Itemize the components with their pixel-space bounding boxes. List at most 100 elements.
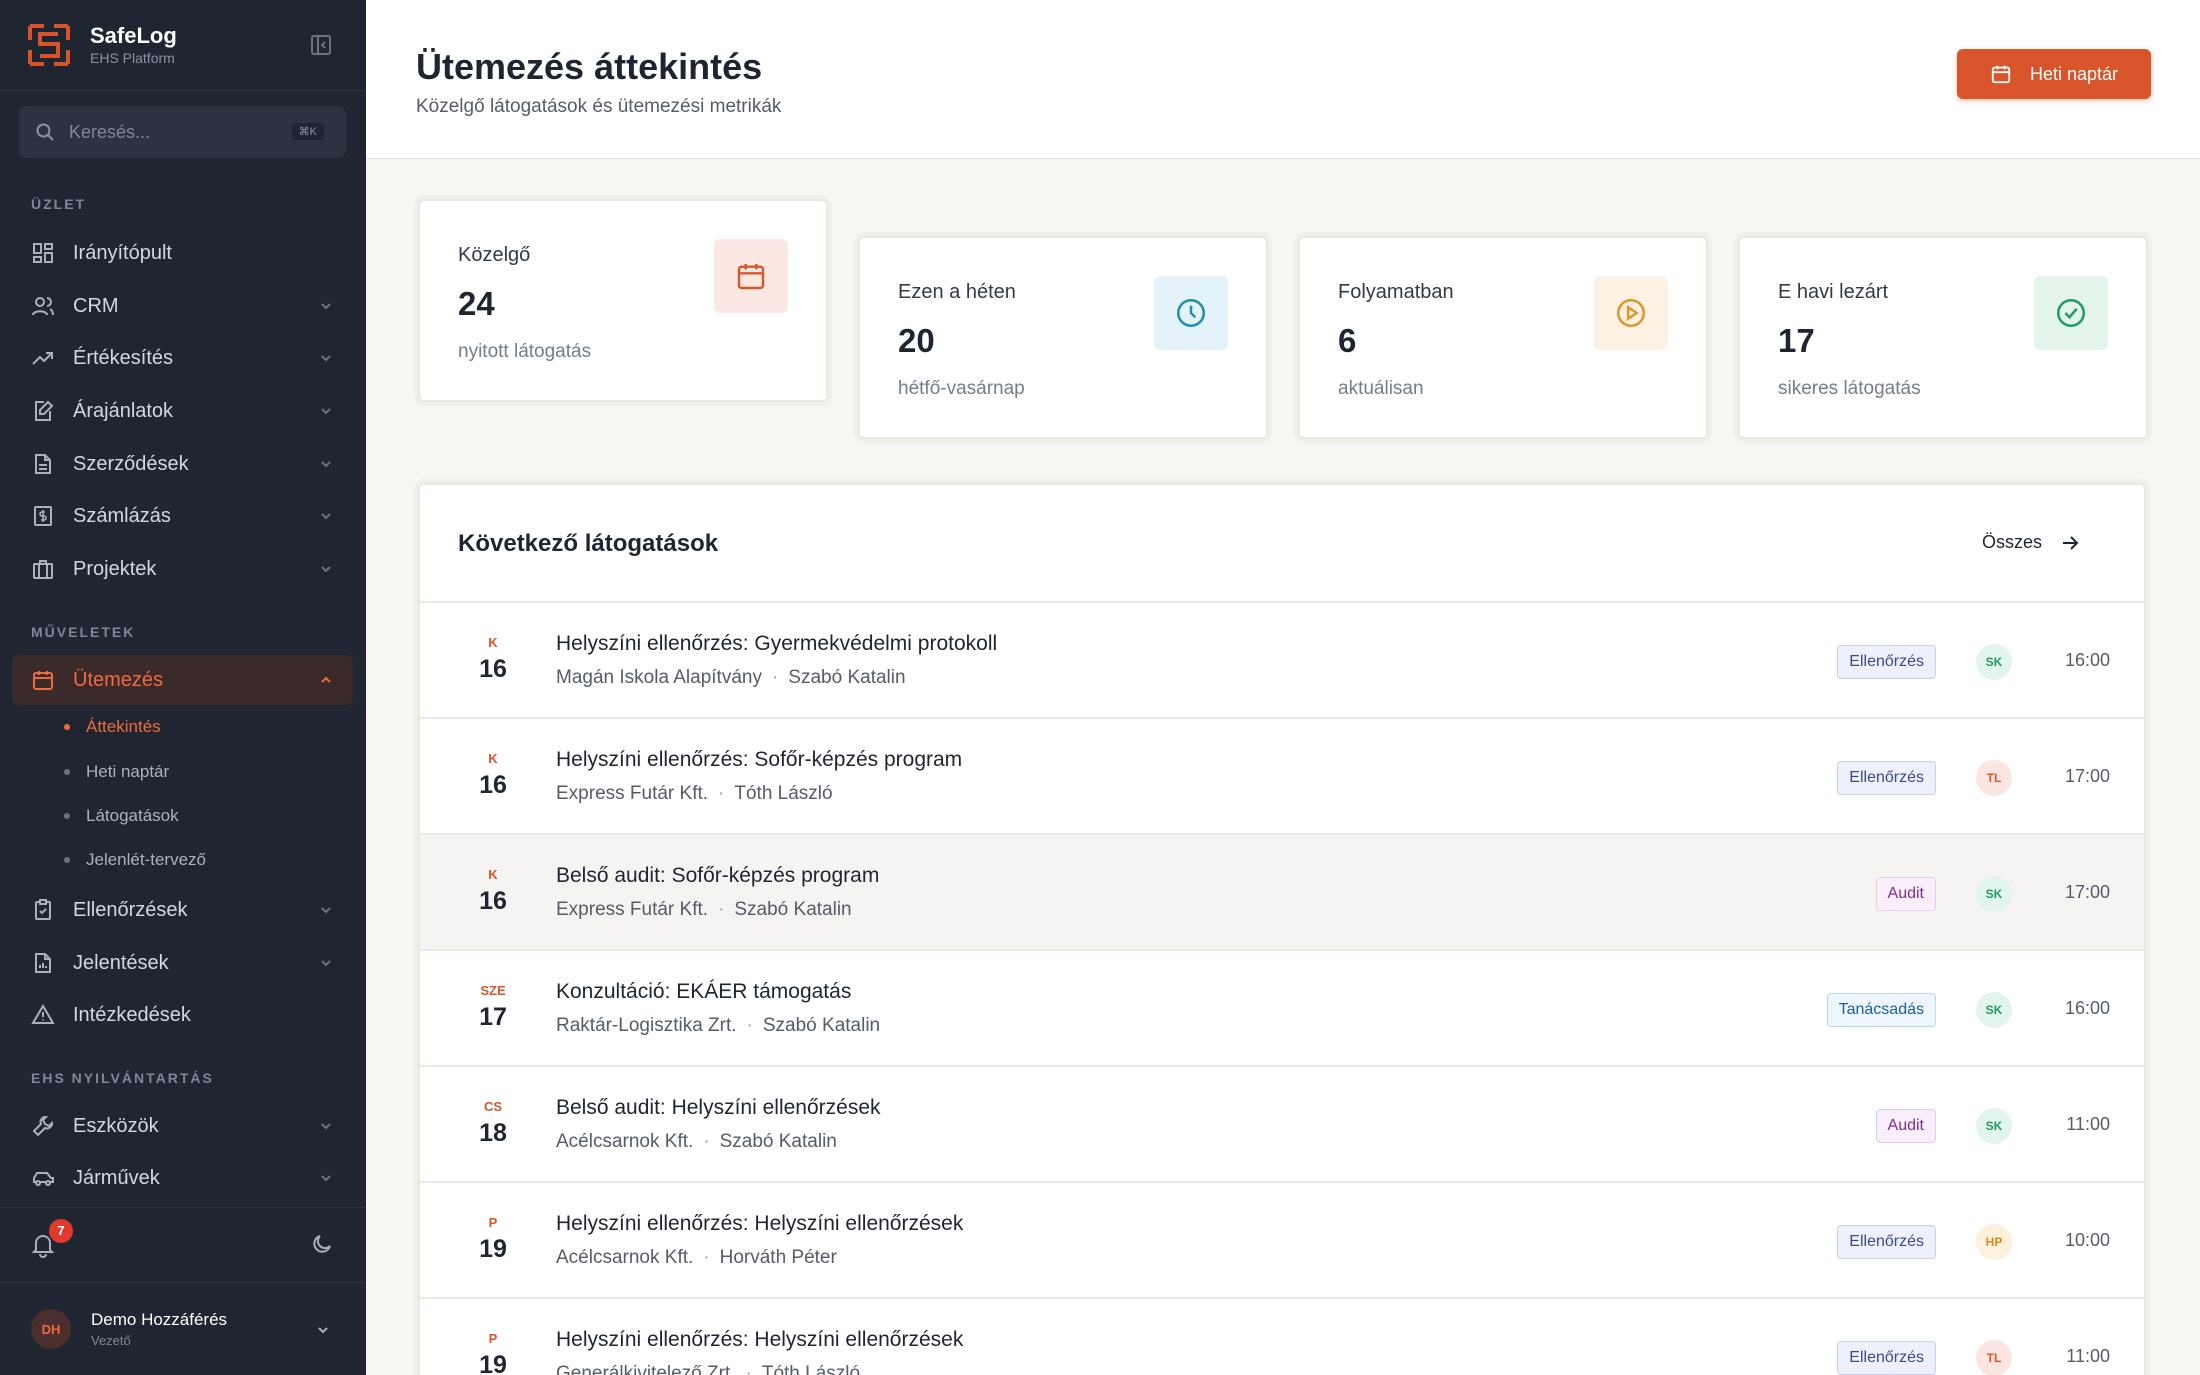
page-header: Ütemezés áttekintés Közelgő látogatások … xyxy=(366,0,2200,159)
users-icon xyxy=(32,297,54,316)
chevron-down-icon xyxy=(321,355,331,362)
visit-date: 19 xyxy=(479,1351,507,1375)
visit-client: Raktár-Logisztika Zrt. xyxy=(556,1015,737,1036)
visit-title: Helyszíni ellenőrzés: Gyermekvédelmi pro… xyxy=(556,632,998,655)
visit-time: 10:00 xyxy=(2064,1230,2110,1250)
sidebar-item-actions[interactable]: Intézkedések xyxy=(12,990,353,1040)
visit-client: Acélcsarnok Kft. xyxy=(556,1131,694,1152)
chevron-down-icon xyxy=(321,408,331,415)
button-label: Heti naptár xyxy=(2029,63,2119,84)
weekly-calendar-button[interactable]: Heti naptár xyxy=(1957,49,2151,99)
sidebar-item-sales[interactable]: Értékesítés xyxy=(12,333,353,383)
table-row[interactable]: CS 18 Belső audit: Helyszíni ellenőrzése… xyxy=(420,1067,2144,1183)
visit-time: 16:00 xyxy=(2064,998,2110,1018)
arrow-right-icon xyxy=(2063,535,2079,550)
sidebar-item-contracts[interactable]: Szerződések xyxy=(12,439,353,489)
visit-type-tag: Ellenőrzés xyxy=(1837,1341,1936,1375)
sidebar-item-tools[interactable]: Eszközök xyxy=(12,1101,353,1151)
avatar: SK xyxy=(1976,992,2012,1028)
upcoming-visits-panel: Következő látogatások Összes K 16 Helysz… xyxy=(418,483,2146,1375)
sidebar-item-billing[interactable]: Számlázás xyxy=(12,491,353,541)
sidebar-subitem-attendance[interactable]: Jelenlét-tervező xyxy=(64,850,206,870)
stat-description: aktuálisan xyxy=(1338,378,1424,399)
table-row[interactable]: P 19 Helyszíni ellenőrzés: Helyszíni ell… xyxy=(420,1183,2144,1299)
warning-icon xyxy=(31,1004,55,1024)
sidebar-subitem-weekly-calendar[interactable]: Heti naptár xyxy=(64,762,169,782)
brand[interactable]: SafeLog EHS Platform xyxy=(0,0,366,91)
table-row[interactable]: K 16 Helyszíni ellenőrzés: Gyermekvédelm… xyxy=(420,603,2144,719)
table-row[interactable]: P 19 Helyszíni ellenőrzés: Helyszíni ell… xyxy=(420,1299,2144,1375)
stat-description: nyitott látogatás xyxy=(458,341,592,362)
table-row[interactable]: SZE 17 Konzultáció: EKÁER támogatás Rakt… xyxy=(420,951,2144,1067)
table-row[interactable]: K 16 Belső audit: Sofőr-képzés program E… xyxy=(420,835,2144,951)
trending-up-icon xyxy=(32,352,53,365)
chevron-down-icon xyxy=(321,566,331,573)
sidebar-item-projects[interactable]: Projektek xyxy=(12,544,353,594)
file-text-icon xyxy=(35,454,51,474)
sidebar-item-label: Járművek xyxy=(73,1166,160,1189)
sidebar-item-reports[interactable]: Jelentések xyxy=(12,938,353,988)
sidebar-item-label: Ellenőrzések xyxy=(73,898,188,921)
visit-title: Belső audit: Helyszíni ellenőrzések xyxy=(556,1096,881,1119)
stat-value: 6 xyxy=(1338,322,1357,359)
visit-title: Helyszíni ellenőrzés: Helyszíni ellenőrz… xyxy=(556,1212,964,1235)
sidebar-item-crm[interactable]: CRM xyxy=(12,281,353,331)
visit-person: Szabó Katalin xyxy=(788,667,906,688)
visit-meta: Generálkivitelező Zrt. · Tóth László xyxy=(556,1363,860,1375)
stat-card-this-week: Ezen a héten 20 hétfő-vasárnap xyxy=(858,236,1268,439)
visit-meta: Express Futár Kft. · Tóth László xyxy=(556,783,833,804)
search-input[interactable] xyxy=(69,121,289,143)
sidebar-subitem-overview[interactable]: Áttekintés xyxy=(64,717,161,737)
sidebar-item-vehicles[interactable]: Járművek xyxy=(12,1153,353,1203)
visit-date: 17 xyxy=(479,1003,507,1031)
sidebar-item-dashboard[interactable]: Irányítópult xyxy=(12,228,353,278)
section-label-operations: MŰVELETEK xyxy=(31,624,136,640)
search-box[interactable]: ⌘K xyxy=(19,106,346,158)
visit-meta: Express Futár Kft. · Szabó Katalin xyxy=(556,899,852,920)
section-label-records: EHS NYILVÁNTARTÁS xyxy=(31,1070,214,1086)
visit-person: Szabó Katalin xyxy=(734,899,852,920)
sidebar-item-scheduling[interactable]: Ütemezés xyxy=(12,655,353,705)
sidebar-item-label: Árajánlatok xyxy=(73,399,174,422)
sidebar-subitem-visits[interactable]: Látogatások xyxy=(64,806,179,826)
visit-weekday: P xyxy=(488,1331,498,1346)
section-label-business: ÜZLET xyxy=(31,196,87,212)
visit-time: 16:00 xyxy=(2064,650,2110,670)
stat-card-in-progress: Folyamatban 6 aktuálisan xyxy=(1298,236,1708,439)
avatar: DH xyxy=(31,1309,71,1349)
file-edit-icon xyxy=(35,400,54,421)
avatar: HP xyxy=(1976,1224,2012,1260)
visit-person: Horváth Péter xyxy=(719,1247,837,1268)
user-menu[interactable]: DH Demo Hozzáférés Vezető xyxy=(0,1282,366,1375)
sidebar-item-quotes[interactable]: Árajánlatok xyxy=(12,386,353,436)
visit-weekday: K xyxy=(488,635,498,650)
sidebar-item-label: Számlázás xyxy=(73,504,171,527)
stat-card-upcoming: Közelgő 24 nyitott látogatás xyxy=(418,199,828,402)
visit-type-tag: Tanácsadás xyxy=(1826,993,1936,1027)
invoice-icon xyxy=(34,506,52,526)
visit-title: Belső audit: Sofőr-képzés program xyxy=(556,864,880,887)
sidebar-item-label: Irányítópult xyxy=(73,241,172,264)
report-icon xyxy=(35,953,51,973)
sidebar-collapse-icon[interactable] xyxy=(310,34,332,56)
panel-header: Következő látogatások Összes xyxy=(420,485,2144,603)
sidebar-item-inspections[interactable]: Ellenőrzések xyxy=(12,885,353,935)
panel-title: Következő látogatások xyxy=(458,530,719,557)
table-row[interactable]: K 16 Helyszíni ellenőrzés: Sofőr-képzés … xyxy=(420,719,2144,835)
check-circle-icon xyxy=(2034,276,2108,350)
visit-title: Konzultáció: EKÁER támogatás xyxy=(556,980,852,1003)
visit-time: 11:00 xyxy=(2066,1114,2110,1134)
sidebar-subitem-label: Heti naptár xyxy=(86,762,170,781)
visit-date: 18 xyxy=(479,1119,507,1147)
avatar: SK xyxy=(1976,876,2012,912)
search-shortcut: ⌘K xyxy=(291,123,324,140)
chevron-down-icon xyxy=(321,461,331,468)
moon-icon[interactable] xyxy=(310,1232,334,1256)
visit-client: Magán Iskola Alapítvány xyxy=(556,667,762,688)
user-name: Demo Hozzáférés xyxy=(91,1310,228,1329)
view-all-link[interactable]: Összes xyxy=(1982,532,2080,553)
stat-card-closed-this-month: E havi lezárt 17 sikeres látogatás xyxy=(1738,236,2148,439)
page-subtitle: Közelgő látogatások és ütemezési metriká… xyxy=(416,96,782,117)
avatar: SK xyxy=(1976,1108,2012,1144)
calendar-icon xyxy=(1991,65,2011,84)
